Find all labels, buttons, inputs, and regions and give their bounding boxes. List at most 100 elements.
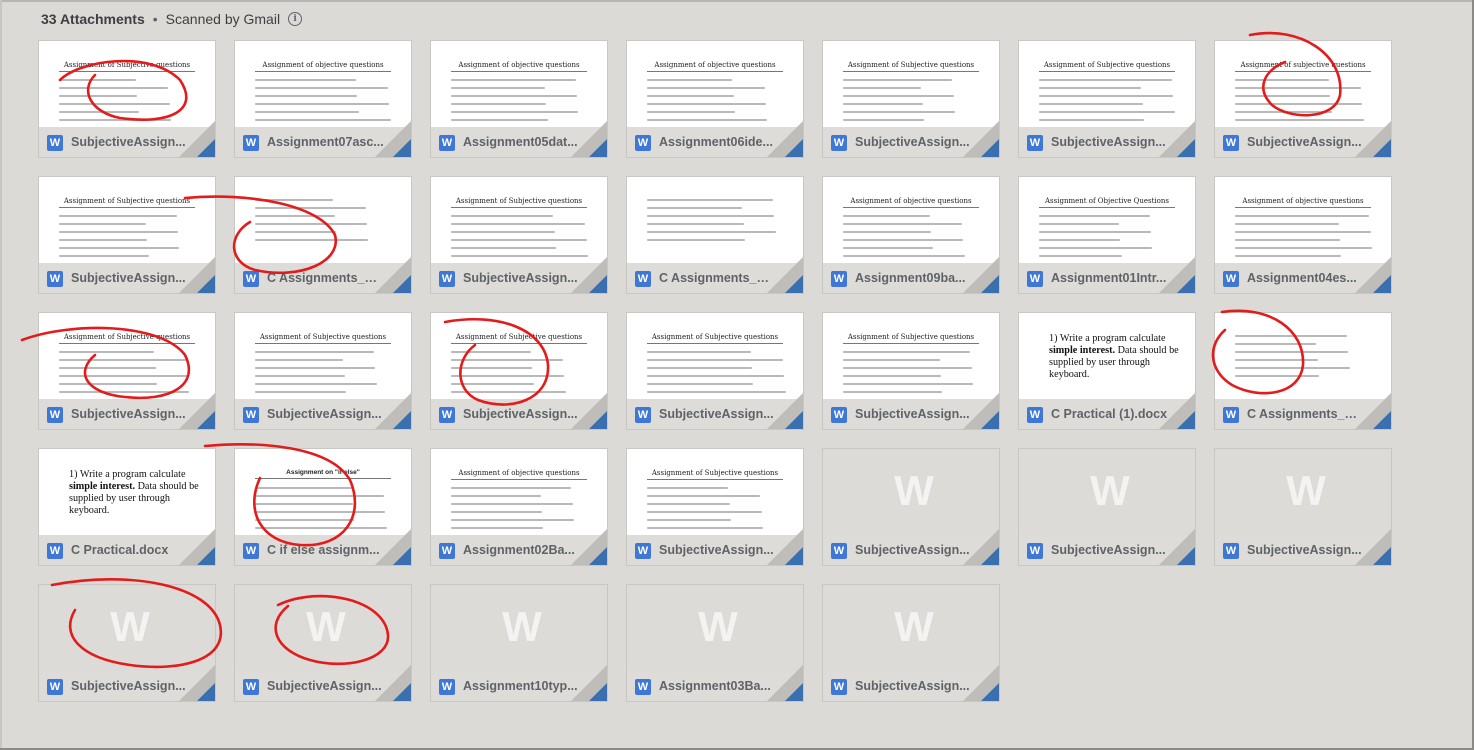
attachment-preview[interactable]: Assignment of Subjective questions xyxy=(39,177,215,263)
attachment-preview[interactable]: Assignment of Subjective questions xyxy=(823,41,999,127)
attachment-preview[interactable]: Assignment of objective questions xyxy=(1215,177,1391,263)
attachment-card[interactable]: Assignment of objective questions W Assign… xyxy=(822,176,1000,294)
attachment-preview[interactable] xyxy=(627,177,803,263)
attachment-preview[interactable]: Assignment of objective questions xyxy=(235,41,411,127)
attachment-card[interactable]: Assignment of objective questions W Assign… xyxy=(430,40,608,158)
attachment-card[interactable]: W W SubjectiveAssign... xyxy=(822,448,1000,566)
attachment-card[interactable]: Assignment of Subjective questions W Subje… xyxy=(822,40,1000,158)
attachment-card[interactable]: Assignment of objective questions W Assign… xyxy=(626,40,804,158)
attachment-filename: SubjectiveAssign... xyxy=(1247,543,1362,557)
attachment-preview[interactable]: W xyxy=(431,585,607,671)
corner-fold-icon xyxy=(197,275,215,293)
attachment-preview[interactable]: W xyxy=(627,585,803,671)
preview-title: Assignment of Subjective questions xyxy=(59,197,195,208)
attachments-header: 33 Attachments • Scanned by Gmail i xyxy=(41,9,303,29)
attachment-card[interactable]: W W SubjectiveAssign... xyxy=(234,584,412,702)
attachment-card[interactable]: Assignment of Subjective questions W Subje… xyxy=(234,312,412,430)
attachment-card[interactable]: W W SubjectiveAssign... xyxy=(822,584,1000,702)
attachment-card[interactable]: 1) Write a program calculate simple inte… xyxy=(1018,312,1196,430)
attachment-card[interactable]: W W Assignment03Ba... xyxy=(626,584,804,702)
attachment-card[interactable]: W W Assignment10typ... xyxy=(430,584,608,702)
attachment-card[interactable]: Assignment of Subjective questions W Subje… xyxy=(430,312,608,430)
attachment-card[interactable]: W C Assignments_W... xyxy=(626,176,804,294)
attachment-card[interactable]: Assignment on "if-else" W C if else assign… xyxy=(234,448,412,566)
preview-title: Assignment of objective questions xyxy=(451,469,587,480)
word-doc-icon: W xyxy=(243,271,259,287)
attachment-preview[interactable]: Assignment of Objective Questions xyxy=(1019,177,1195,263)
attachment-preview[interactable]: W xyxy=(235,585,411,671)
attachment-preview[interactable]: Assignment of objective questions xyxy=(627,41,803,127)
attachment-card[interactable]: Assignment of Subjective questions W Subje… xyxy=(38,40,216,158)
attachment-preview[interactable]: Assignment of Subjective questions xyxy=(627,313,803,399)
attachment-filename: Assignment05dat... xyxy=(463,135,578,149)
attachment-preview[interactable]: W xyxy=(823,449,999,535)
info-icon[interactable]: i xyxy=(288,12,303,26)
word-doc-icon: W xyxy=(439,543,455,559)
attachment-card[interactable]: Assignment of objective questions W Assign… xyxy=(234,40,412,158)
attachment-card[interactable]: W W SubjectiveAssign... xyxy=(38,584,216,702)
corner-fold-icon xyxy=(1177,139,1195,157)
attachment-preview[interactable]: Assignment on "if-else" xyxy=(235,449,411,535)
word-placeholder-icon: W xyxy=(1090,467,1130,514)
preview-text-part: Write a program calculate xyxy=(1059,333,1166,344)
attachment-card[interactable]: Assignment of Subjective questions W Subje… xyxy=(626,448,804,566)
preview-text-bold: simple interest. xyxy=(1049,345,1116,356)
attachment-preview[interactable]: W xyxy=(1215,449,1391,535)
attachment-card[interactable]: W W SubjectiveAssign... xyxy=(1214,448,1392,566)
attachment-card[interactable]: W C Assignments_W... xyxy=(1214,312,1392,430)
attachment-preview[interactable] xyxy=(235,177,411,263)
word-placeholder-icon: W xyxy=(1286,467,1326,514)
attachment-preview[interactable]: Assignment of objective questions xyxy=(431,41,607,127)
attachment-filename: C if else assignm... xyxy=(267,543,380,557)
attachment-card[interactable]: Assignment of Subjective questions W Subje… xyxy=(38,176,216,294)
corner-fold-icon xyxy=(981,683,999,701)
attachment-card[interactable]: W C Assignments_W... xyxy=(234,176,412,294)
attachment-preview[interactable]: Assignment of Subjective questions xyxy=(1019,41,1195,127)
attachment-preview[interactable]: 1) Write a program calculate simple inte… xyxy=(1019,313,1195,399)
attachment-preview[interactable]: Assignment of Subjective questions xyxy=(823,313,999,399)
attachment-card[interactable]: Assignment of objective questions W Assign… xyxy=(1214,176,1392,294)
attachment-preview[interactable]: W xyxy=(39,585,215,671)
corner-fold-icon xyxy=(1373,139,1391,157)
word-placeholder-icon: W xyxy=(502,603,542,650)
attachment-preview[interactable]: Assignment of Subjective questions xyxy=(431,177,607,263)
attachment-preview[interactable] xyxy=(1215,313,1391,399)
attachment-card[interactable]: Assignment of Subjective questions W Subje… xyxy=(1018,40,1196,158)
preview-text-lines xyxy=(843,79,983,127)
word-doc-icon: W xyxy=(47,135,63,151)
attachment-preview[interactable]: Assignment of Subjective questions xyxy=(39,41,215,127)
corner-fold-icon xyxy=(981,547,999,565)
attachment-preview[interactable]: Assignment of objective questions xyxy=(431,449,607,535)
corner-fold-icon xyxy=(589,683,607,701)
attachment-preview[interactable]: Assignment of objective questions xyxy=(823,177,999,263)
attachment-card[interactable]: Assignment of Subjective questions W Subje… xyxy=(38,312,216,430)
attachment-card[interactable]: Assignment of objective questions W Assign… xyxy=(430,448,608,566)
corner-fold-icon xyxy=(785,683,803,701)
word-doc-icon: W xyxy=(831,543,847,559)
attachment-preview[interactable]: W xyxy=(823,585,999,671)
corner-fold-icon xyxy=(1177,275,1195,293)
attachment-preview[interactable]: 1) Write a program calculate simple inte… xyxy=(39,449,215,535)
attachment-card[interactable]: Assignment of Subjective questions W Subje… xyxy=(430,176,608,294)
attachment-preview[interactable]: Assignment of subjective questions xyxy=(1215,41,1391,127)
attachment-preview[interactable]: Assignment of Subjective questions xyxy=(627,449,803,535)
attachment-preview[interactable]: Assignment of Subjective questions xyxy=(431,313,607,399)
attachment-card[interactable]: 1) Write a program calculate simple inte… xyxy=(38,448,216,566)
attachment-filename: C Practical (1).docx xyxy=(1051,407,1168,421)
attachment-preview[interactable]: Assignment of Subjective questions xyxy=(39,313,215,399)
attachment-preview[interactable]: W xyxy=(1019,449,1195,535)
preview-title: Assignment of objective questions xyxy=(843,197,979,208)
attachment-card[interactable]: Assignment of Objective Questions W Assign… xyxy=(1018,176,1196,294)
attachment-card[interactable]: Assignment of Subjective questions W Subje… xyxy=(822,312,1000,430)
attachment-card[interactable]: Assignment of Subjective questions W Subje… xyxy=(626,312,804,430)
attachment-card[interactable]: W W SubjectiveAssign... xyxy=(1018,448,1196,566)
attachment-preview[interactable]: Assignment of Subjective questions xyxy=(235,313,411,399)
word-doc-icon: W xyxy=(47,407,63,423)
preview-title: Assignment on "if-else" xyxy=(255,469,391,479)
attachment-filename: SubjectiveAssign... xyxy=(659,407,774,421)
attachment-card[interactable]: Assignment of subjective questions W Subje… xyxy=(1214,40,1392,158)
preview-text-lines xyxy=(1235,335,1375,383)
corner-fold-icon xyxy=(589,411,607,429)
attachment-filename: C Assignments_W... xyxy=(659,271,777,285)
word-doc-icon: W xyxy=(47,679,63,695)
